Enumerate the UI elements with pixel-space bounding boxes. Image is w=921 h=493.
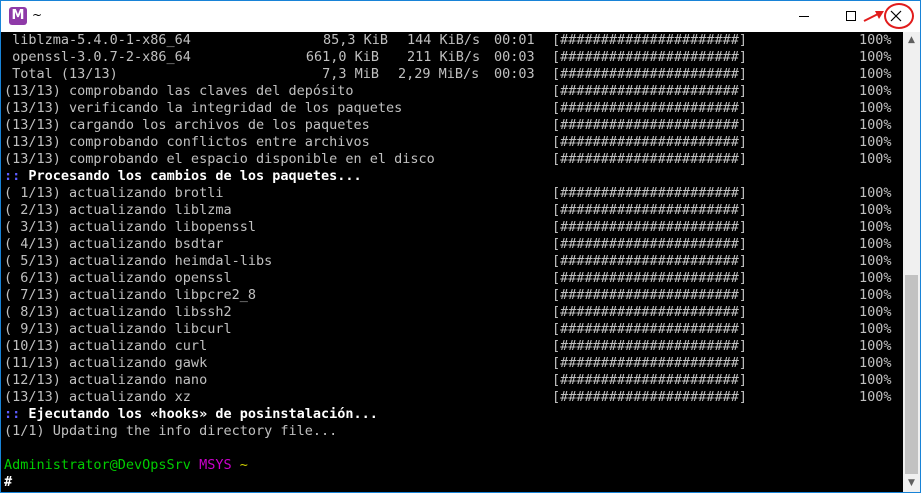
- scroll-up-icon[interactable]: ▲: [903, 32, 920, 49]
- scroll-down-icon[interactable]: ▼: [903, 475, 920, 492]
- update-row: (12/13) actualizando nano [##############…: [4, 372, 892, 388]
- scrollbar-thumb[interactable]: [905, 275, 918, 474]
- minimize-button[interactable]: [781, 1, 827, 32]
- check-row: (13/13) cargando los archivos de los paq…: [4, 117, 892, 133]
- prompt-path: ~: [239, 457, 248, 473]
- section-header: :: Procesando los cambios de los paquete…: [4, 168, 362, 184]
- check-row: (13/13) comprobando las claves del depós…: [4, 83, 892, 99]
- maximize-icon: [846, 11, 856, 21]
- section-header: :: Ejecutando los «hooks» de posinstalac…: [4, 406, 378, 422]
- window-title: ~: [32, 8, 43, 22]
- prompt-user-host: Administrator@DevOpsSrv: [4, 457, 191, 473]
- prompt-system: MSYS: [199, 457, 232, 473]
- check-row: (13/13) verificando la integridad de los…: [4, 100, 892, 116]
- check-row: (13/13) comprobando el espacio disponibl…: [4, 151, 892, 167]
- update-row: ( 1/13) actualizando brotli [############…: [4, 185, 892, 201]
- shell-prompt: Administrator@DevOpsSrv MSYS ~: [4, 457, 248, 474]
- update-row: ( 5/13) actualizando heimdal-libs [######…: [4, 253, 892, 269]
- mintty-m-icon[interactable]: M: [9, 7, 27, 25]
- update-row: ( 7/13) actualizando libpcre2_8 [########…: [4, 287, 892, 303]
- title-bar[interactable]: M ~: [1, 1, 920, 32]
- update-row: ( 4/13) actualizando bsdtar [############…: [4, 236, 892, 252]
- check-row: (13/13) comprobando conflictos entre arc…: [4, 134, 892, 150]
- update-row: ( 2/13) actualizando liblzma [###########…: [4, 202, 892, 218]
- annotation-arrow-icon: [863, 11, 884, 22]
- hook-line: (1/1) Updating the info directory file..…: [4, 423, 338, 439]
- update-row: (11/13) actualizando gawk [##############…: [4, 355, 892, 371]
- update-row: ( 6/13) actualizando openssl [###########…: [4, 270, 892, 286]
- minimize-icon: [799, 16, 809, 17]
- terminal-window: M ~ liblzma-5.4.0-1-x86_64 85,3 KiB 144 Ki…: [0, 0, 921, 493]
- vertical-scrollbar[interactable]: ▲ ▼: [903, 32, 920, 492]
- update-row: ( 9/13) actualizando libcurl [###########…: [4, 321, 892, 337]
- terminal-output[interactable]: liblzma-5.4.0-1-x86_64 85,3 KiB 144 KiB/s 0…: [1, 32, 903, 492]
- update-row: ( 3/13) actualizando libopenssl [########…: [4, 219, 892, 235]
- update-row: (13/13) actualizando xz [################…: [4, 389, 892, 405]
- update-row: ( 8/13) actualizando libssh2 [###########…: [4, 304, 892, 320]
- prompt-symbol: #: [4, 474, 13, 490]
- command-input[interactable]: #: [4, 474, 12, 491]
- update-row: (10/13) actualizando curl [##############…: [4, 338, 892, 354]
- close-highlight-circle: [884, 3, 914, 29]
